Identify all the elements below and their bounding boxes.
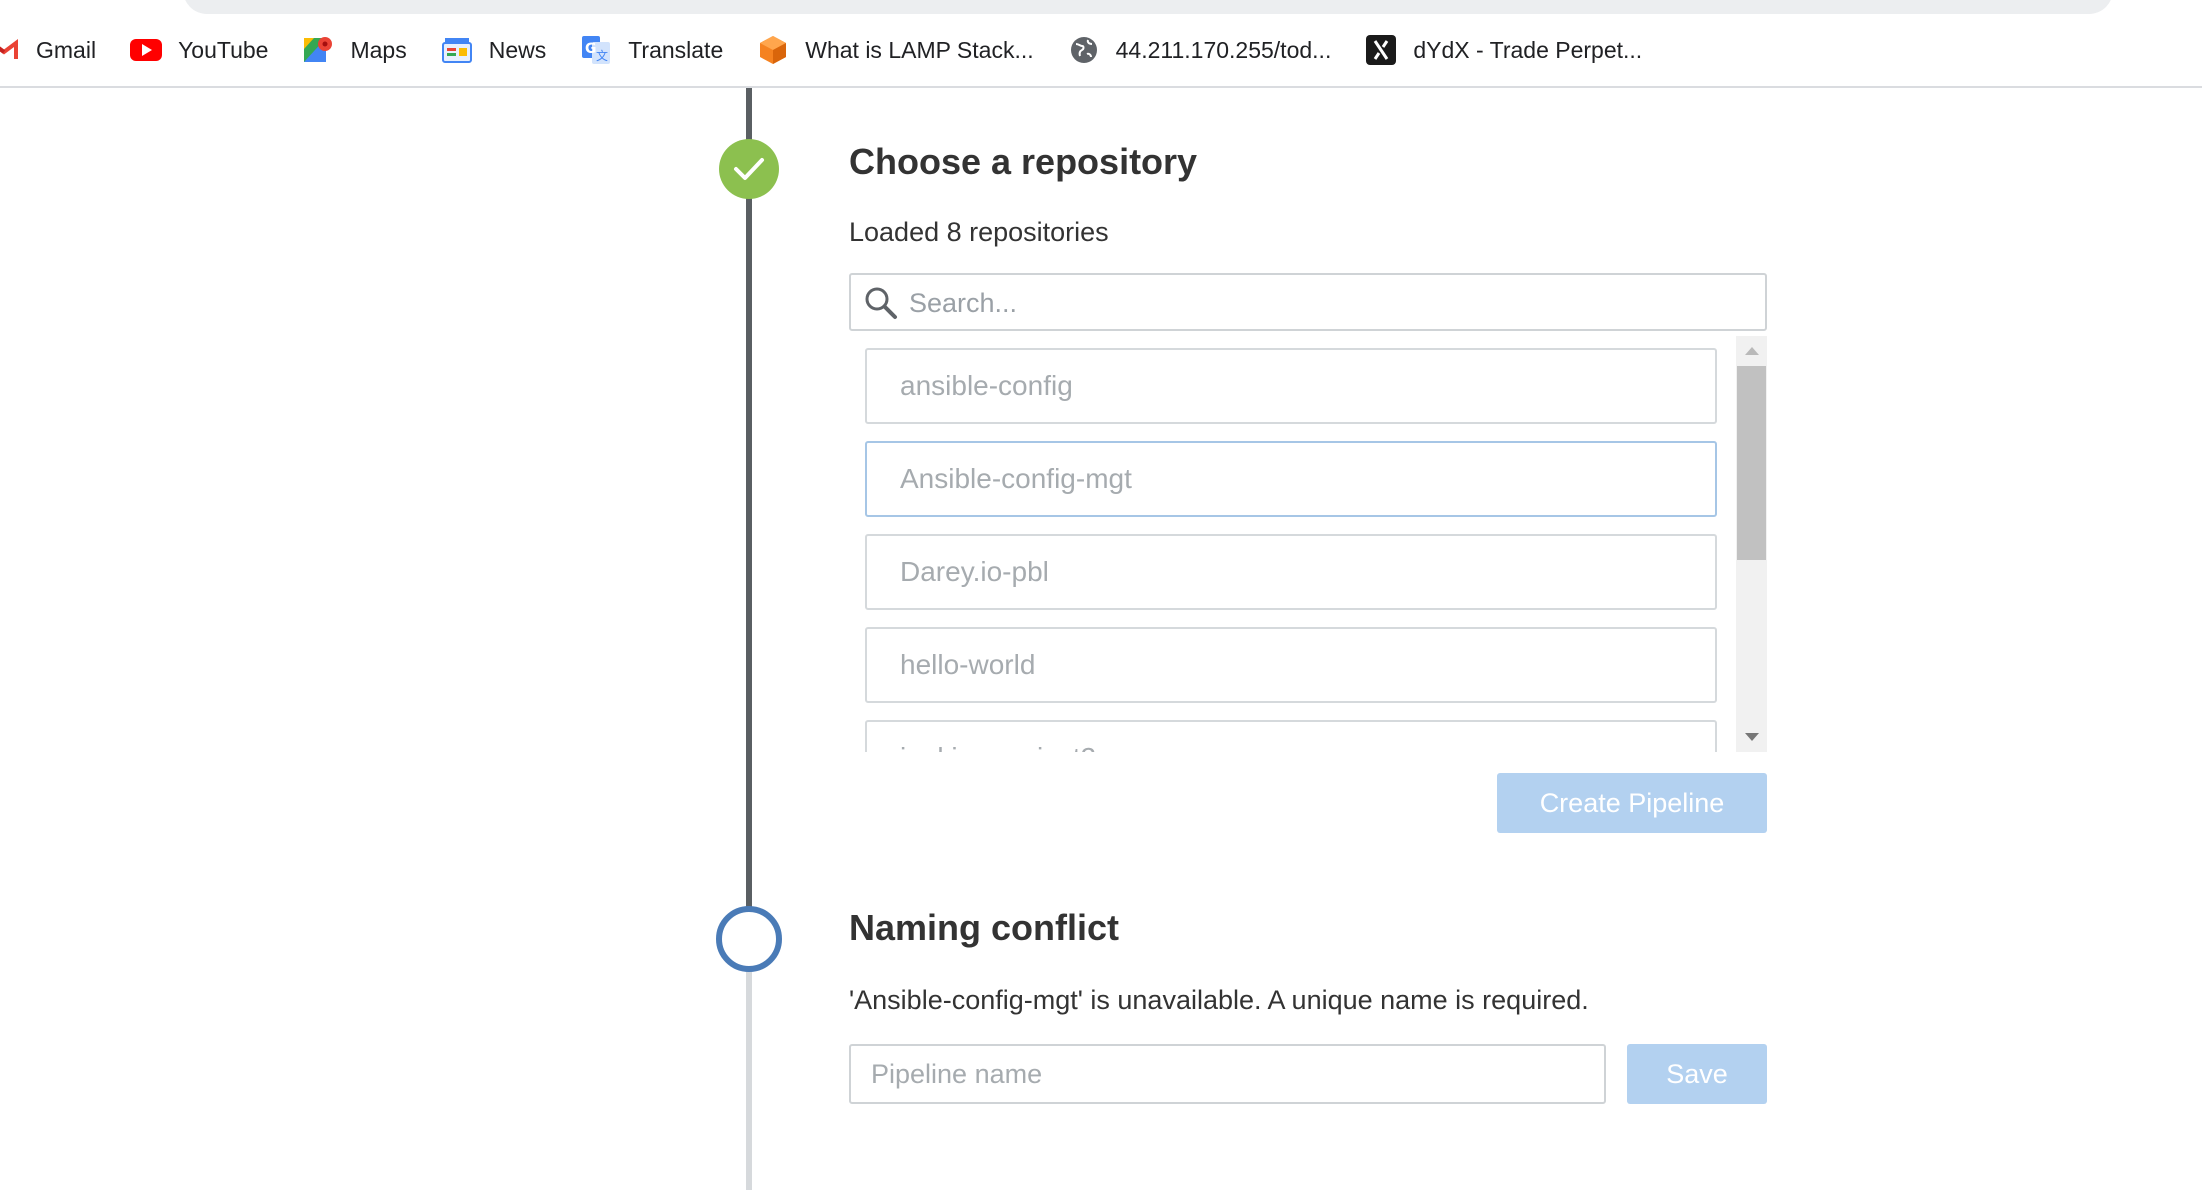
repository-list-scrollbar[interactable] — [1736, 336, 1767, 752]
bookmarks-divider — [0, 86, 2202, 88]
bookmark-youtube[interactable]: YouTube — [130, 24, 268, 76]
bookmark-news[interactable]: News — [441, 24, 547, 76]
step-title-naming-conflict: Naming conflict — [849, 907, 1120, 948]
bookmarks-bar: Gmail YouTube Maps News G文 Translate Wha… — [0, 14, 2202, 86]
create-pipeline-button[interactable]: Create Pipeline — [1497, 773, 1767, 833]
dydx-icon — [1365, 34, 1397, 66]
repository-item[interactable]: hello-world — [865, 627, 1717, 703]
repository-item-selected[interactable]: Ansible-config-mgt — [865, 441, 1717, 517]
globe-icon — [1068, 34, 1100, 66]
bookmark-maps[interactable]: Maps — [302, 24, 407, 76]
bookmark-gmail[interactable]: Gmail — [0, 24, 96, 76]
repository-search-box — [849, 273, 1767, 331]
bookmark-dydx[interactable]: dYdX - Trade Perpet... — [1365, 24, 1642, 76]
cube-icon — [757, 34, 789, 66]
bookmark-label: YouTube — [178, 36, 269, 63]
bookmark-label: Translate — [628, 36, 724, 63]
step-active-circle-icon — [716, 906, 782, 972]
scrollbar-thumb[interactable] — [1737, 366, 1766, 560]
timeline-line-completed — [746, 88, 752, 908]
step-title-choose-repository: Choose a repository — [849, 141, 1198, 182]
bookmark-label: Gmail — [36, 36, 97, 63]
naming-conflict-message: 'Ansible-config-mgt' is unavailable. A u… — [849, 985, 1589, 1015]
repository-item[interactable]: jenkins-project2 — [865, 720, 1717, 752]
address-bar-edge — [183, 0, 2113, 14]
gmail-icon — [0, 34, 20, 66]
translate-icon: G文 — [580, 34, 612, 66]
maps-icon — [302, 34, 334, 66]
bookmark-lamp-stack[interactable]: What is LAMP Stack... — [757, 24, 1034, 76]
bookmark-label: News — [488, 36, 547, 63]
bookmark-label: 44.211.170.255/tod... — [1115, 36, 1332, 63]
bookmark-label: Maps — [350, 36, 407, 63]
bookmark-label: dYdX - Trade Perpet... — [1413, 36, 1643, 63]
step-complete-checkmark-icon — [719, 139, 779, 199]
news-icon — [441, 34, 473, 66]
bookmark-translate[interactable]: G文 Translate — [580, 24, 723, 76]
repository-search-input[interactable] — [907, 275, 1751, 331]
scroll-up-arrow-icon[interactable] — [1745, 347, 1759, 355]
svg-text:G: G — [585, 41, 597, 57]
search-icon — [863, 285, 899, 326]
repository-item[interactable]: Darey.io-pbl — [865, 534, 1717, 610]
bookmark-label: What is LAMP Stack... — [805, 36, 1034, 63]
repository-list: ansible-config Ansible-config-mgt Darey.… — [849, 336, 1767, 752]
save-button[interactable]: Save — [1627, 1044, 1767, 1104]
repositories-loaded-status: Loaded 8 repositories — [849, 217, 1109, 247]
repository-item[interactable]: ansible-config — [865, 348, 1717, 424]
scroll-down-arrow-icon[interactable] — [1745, 733, 1759, 741]
svg-text:文: 文 — [596, 48, 608, 63]
bookmark-ip-address[interactable]: 44.211.170.255/tod... — [1068, 24, 1332, 76]
youtube-icon — [130, 34, 163, 66]
pipeline-name-input[interactable] — [849, 1044, 1606, 1104]
